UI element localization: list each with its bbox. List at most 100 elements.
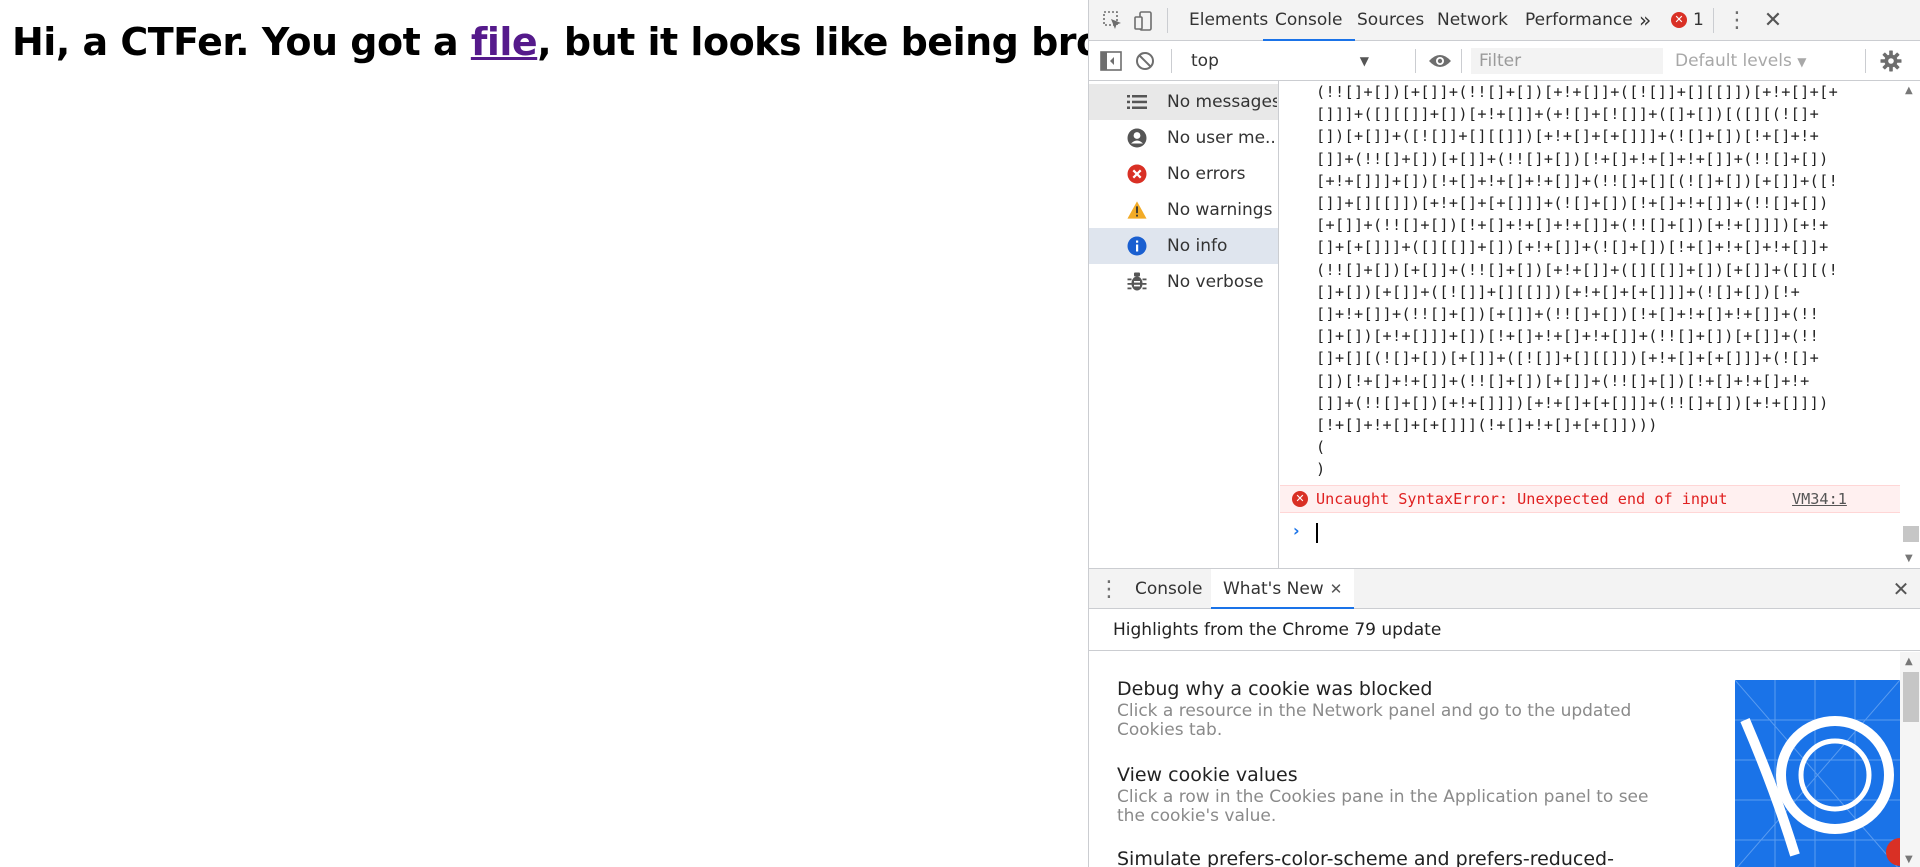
chrome-update-promo-image — [1735, 680, 1900, 867]
info-icon — [1127, 236, 1147, 256]
console-log-code: (!![]+[])[+[]]+(!![]+[])[+!+[]]+([![]]+[… — [1316, 81, 1838, 481]
sidebar-item-label: No user me... — [1167, 128, 1277, 148]
code-line: []+[])[+!+[]]]+[])[!+[]+!+[]+!+[]]+(!![]… — [1316, 327, 1820, 346]
user-icon — [1127, 128, 1147, 148]
text-caret — [1316, 523, 1318, 543]
drawer-menu-icon[interactable]: ⋮ — [1098, 577, 1120, 602]
code-line: (!![]+[])[+[]]+(!![]+[])[+!+[]]+([][[]]+… — [1316, 260, 1839, 279]
sidebar-item-label: No messages — [1167, 92, 1277, 112]
error-icon — [1127, 164, 1147, 184]
code-line: []+[])[+[]]+([![]]+[][[]])[+!+[]+[+[]]]+… — [1316, 282, 1801, 301]
list-icon — [1127, 92, 1147, 112]
error-icon: ✕ — [1292, 491, 1308, 507]
feature-title: View cookie values — [1117, 764, 1298, 786]
error-count-badge[interactable]: ✕ 1 — [1671, 10, 1704, 30]
tab-elements[interactable]: Elements — [1189, 0, 1268, 41]
inspect-element-icon[interactable] — [1101, 9, 1125, 33]
error-source-link[interactable]: VM34:1 — [1792, 490, 1847, 508]
dropdown-arrow-icon: ▼ — [1797, 55, 1807, 69]
close-drawer-icon[interactable]: ✕ — [1889, 577, 1913, 601]
bug-icon — [1127, 272, 1147, 292]
error-count-label: 1 — [1693, 10, 1704, 30]
more-tabs-icon[interactable]: » — [1639, 0, 1651, 41]
code-line: (!![]+[])[+[]]+(!![]+[])[+!+[]]+([![]]+[… — [1316, 83, 1839, 101]
console-error-message: ✕ Uncaught SyntaxError: Unexpected end o… — [1280, 485, 1900, 513]
code-line: []+[+[]]]+([][[]]+[])[+!+[]]+(![]+[])[!+… — [1316, 238, 1829, 257]
sidebar-item-messages[interactable]: No messages — [1089, 84, 1278, 120]
scrollbar-thumb[interactable] — [1903, 672, 1919, 722]
tab-console[interactable]: Console — [1263, 0, 1355, 41]
toolbar-divider — [1865, 49, 1866, 73]
heading-text-start: Hi, a CTFer. You got a — [12, 20, 471, 64]
sidebar-item-verbose[interactable]: No verbose — [1089, 264, 1278, 300]
drawer-toolbar: ⋮ Console What's New ✕ ✕ — [1089, 568, 1920, 609]
scroll-down-icon[interactable]: ▼ — [1905, 854, 1913, 865]
code-line: []]+[][[]])[+!+[]+[+[]]]+(![]+[])[!+[]+!… — [1316, 194, 1829, 213]
console-prompt[interactable]: › — [1280, 517, 1900, 549]
toolbar-divider — [1713, 8, 1714, 33]
feature-description: Click a row in the Cookies pane in the A… — [1117, 787, 1649, 826]
close-tab-icon[interactable]: ✕ — [1330, 580, 1343, 598]
sidebar-item-user-messages[interactable]: No user me... — [1089, 120, 1278, 156]
code-line: [])[+[]]+([![]]+[][[]])[+!+[]+[+[]]]+(![… — [1316, 127, 1820, 146]
log-levels-dropdown[interactable]: Default levels ▼ — [1675, 47, 1806, 75]
code-line: [!+[]+!+[]+[+[]]](!+[]+!+[]+[+[]]))) — [1316, 416, 1658, 435]
whats-new-header: Highlights from the Chrome 79 update — [1089, 609, 1920, 651]
device-toolbar-icon[interactable] — [1131, 9, 1155, 33]
code-line: []+!+[]]+(!![]+[])[+[]]+(!![]+[])[!+[]+!… — [1316, 305, 1820, 324]
toolbar-divider — [1171, 49, 1172, 73]
console-settings-gear-icon[interactable] — [1879, 49, 1903, 73]
dropdown-arrow-icon: ▼ — [1359, 54, 1369, 68]
warning-icon — [1127, 200, 1147, 220]
filter-input[interactable] — [1471, 48, 1663, 74]
code-line: []]+(!![]+[])[+[]]+(!![]+[])[!+[]+!+[]+!… — [1316, 149, 1829, 168]
clear-console-icon[interactable] — [1133, 49, 1157, 73]
feature-description: Click a resource in the Network panel an… — [1117, 701, 1632, 740]
sidebar-toggle-icon[interactable] — [1099, 49, 1123, 73]
feature-item[interactable]: Debug why a cookie was blocked Click a r… — [1117, 678, 1677, 740]
code-line: ( — [1316, 438, 1326, 457]
drawer-scrollbar[interactable]: ▲ ▼ — [1900, 652, 1920, 867]
feature-item[interactable]: View cookie values Click a row in the Co… — [1117, 764, 1677, 826]
feature-title: Simulate prefers-color-scheme and prefer… — [1117, 848, 1614, 867]
scroll-up-icon[interactable]: ▲ — [1905, 85, 1913, 96]
drawer-tab-label: What's New — [1223, 579, 1324, 599]
console-output[interactable]: (!![]+[])[+[]]+(!![]+[])[+!+[]]+([![]]+[… — [1280, 81, 1900, 568]
error-text: Uncaught SyntaxError: Unexpected end of … — [1316, 490, 1728, 508]
tab-performance[interactable]: Performance — [1525, 0, 1633, 41]
context-value: top — [1191, 51, 1219, 71]
tab-network[interactable]: Network — [1437, 0, 1508, 41]
kebab-menu-icon[interactable]: ⋮ — [1725, 8, 1749, 33]
scrollbar-thumb[interactable] — [1903, 526, 1919, 542]
scroll-down-icon[interactable]: ▼ — [1905, 553, 1913, 564]
prompt-chevron-icon: › — [1293, 521, 1300, 540]
feature-item[interactable]: Simulate prefers-color-scheme and prefer… — [1117, 848, 1677, 867]
sidebar-item-info[interactable]: No info — [1089, 228, 1278, 264]
page-heading: Hi, a CTFer. You got a file, but it look… — [12, 20, 1192, 64]
live-expression-eye-icon[interactable] — [1427, 49, 1453, 73]
code-line: [])[!+[]+!+[]]+(!![]+[])[+[]]+(!![]+[])[… — [1316, 371, 1810, 390]
console-toolbar: top ▼ Default levels ▼ — [1089, 41, 1920, 81]
code-line: ) — [1316, 460, 1326, 479]
scroll-up-icon[interactable]: ▲ — [1905, 656, 1913, 667]
drawer-tab-console[interactable]: Console — [1135, 569, 1203, 609]
sidebar-item-label: No errors — [1167, 164, 1246, 184]
code-line: [+[]]+(!![]+[])[!+[]+!+[]+!+[]]+(!![]+[]… — [1316, 216, 1829, 235]
tab-sources[interactable]: Sources — [1357, 0, 1424, 41]
code-line: []+[][(![]+[])[+[]]+([![]]+[][[]])[+!+[]… — [1316, 349, 1820, 368]
log-levels-label: Default levels — [1675, 51, 1792, 71]
page-content: Hi, a CTFer. You got a file, but it look… — [0, 0, 1192, 867]
context-selector[interactable]: top ▼ — [1191, 47, 1373, 75]
feature-title: Debug why a cookie was blocked — [1117, 678, 1433, 700]
toolbar-divider — [1415, 49, 1416, 73]
file-link[interactable]: file — [471, 20, 538, 64]
console-scrollbar[interactable]: ▲ ▼ — [1900, 81, 1920, 568]
drawer-tab-whats-new[interactable]: What's New ✕ — [1211, 569, 1355, 609]
toolbar-divider — [1167, 8, 1168, 33]
error-badge-icon: ✕ — [1671, 12, 1687, 28]
sidebar-item-warnings[interactable]: No warnings — [1089, 192, 1278, 228]
close-devtools-icon[interactable]: ✕ — [1761, 8, 1785, 33]
devtools-main-toolbar: Elements Console Sources Network Perform… — [1089, 0, 1920, 41]
sidebar-item-errors[interactable]: No errors — [1089, 156, 1278, 192]
toolbar-divider — [1461, 49, 1462, 73]
